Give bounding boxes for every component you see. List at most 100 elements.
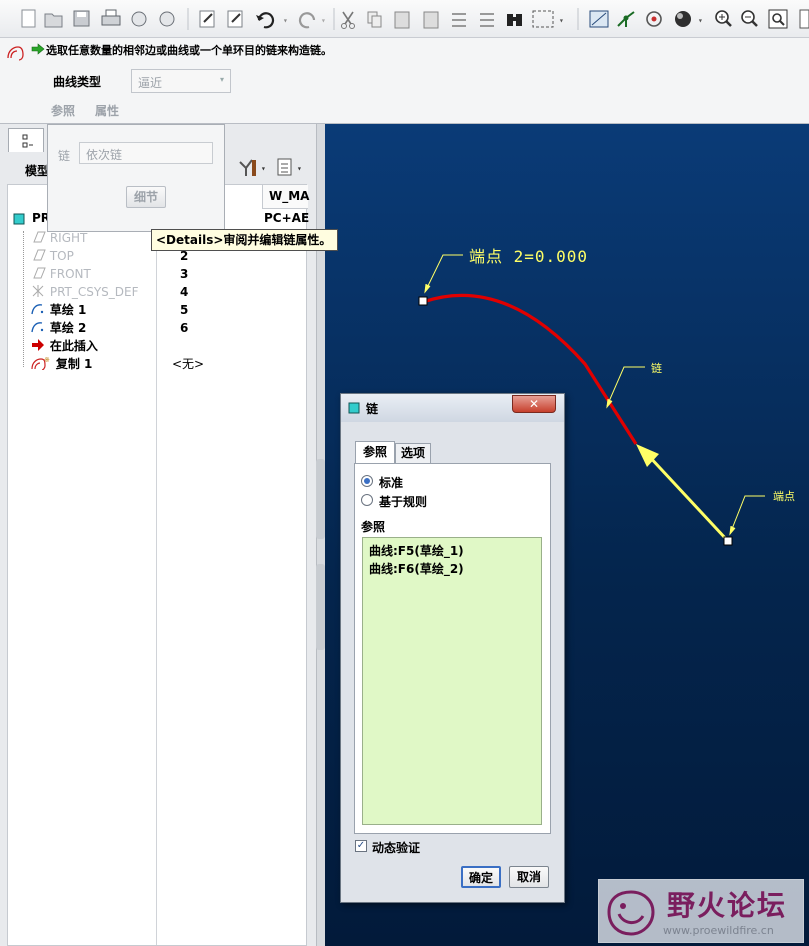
tree-item-sketch-1[interactable]: 草绘 1 — [30, 301, 86, 319]
radio-rule-based-label: 基于规则 — [379, 495, 428, 509]
regenerate-icon[interactable] — [199, 10, 215, 28]
zoom-in-icon[interactable] — [715, 10, 732, 27]
chevron-down-icon: ▾ — [220, 75, 225, 84]
tab-options[interactable]: 选项 — [395, 443, 431, 464]
svg-text:▾: ▾ — [698, 16, 703, 25]
tab-properties[interactable]: 属性 — [95, 102, 119, 119]
regen-manager-icon[interactable] — [227, 10, 243, 28]
column-header-label: W_MA — [269, 189, 310, 203]
curve-type-select[interactable]: 逼近 ▾ — [131, 69, 231, 93]
refit-icon[interactable] — [768, 9, 788, 29]
open-folder-icon[interactable] — [44, 13, 63, 28]
shading-icon[interactable] — [675, 11, 691, 27]
cancel-button[interactable]: 取消 — [509, 866, 549, 888]
tree-item-copy-1[interactable]: ※ 复制 1 — [30, 355, 92, 373]
reference-item[interactable]: 曲线:F5(草绘_1) — [369, 542, 464, 559]
tree-item-value: <无> — [172, 357, 205, 371]
endpoint-end[interactable] — [723, 536, 733, 546]
chain-direction-arrow[interactable] — [636, 444, 729, 542]
relations-icon[interactable] — [452, 13, 466, 27]
main-toolbar: ▾ ▾ ▾ ▾ — [0, 0, 809, 38]
csys-icon — [32, 285, 44, 297]
mail-icon[interactable] — [131, 11, 147, 27]
tree-item-value: 3 — [180, 267, 189, 281]
select-box-icon[interactable] — [532, 10, 554, 28]
chain-dialog: 链 ✕ 参照 选项 标准 基于规则 参照 曲线:F5(草绘_1) 曲线:F6(草… — [340, 393, 565, 903]
tree-item-insert-here[interactable]: 在此插入 — [30, 337, 98, 355]
svg-text:▾: ▾ — [261, 164, 266, 173]
part-icon — [13, 213, 25, 225]
tab-references[interactable]: 参照 — [51, 102, 75, 119]
endpoint-value-label[interactable]: 端点 2=0.000 — [469, 247, 588, 266]
references-tab-body: 标准 基于规则 参照 曲线:F5(草绘_1) 曲线:F6(草绘_2) — [354, 463, 551, 834]
tab-references[interactable]: 参照 — [355, 441, 395, 464]
splitter-grip[interactable] — [316, 459, 325, 539]
column-divider — [156, 185, 157, 945]
paste-icon[interactable] — [394, 11, 410, 29]
dialog-titlebar[interactable]: 链 ✕ — [341, 394, 564, 422]
tree-filters-icon[interactable]: ▾ — [275, 156, 309, 178]
datum-axis-icon[interactable] — [617, 11, 635, 27]
tree-item-top[interactable]: TOP — [30, 247, 74, 265]
forum-watermark: 野火论坛 www.proewildfire.cn — [598, 879, 804, 943]
tree-item-csys[interactable]: PRT_CSYS_DEF — [30, 283, 139, 301]
find-icon[interactable] — [507, 14, 522, 26]
references-label: 参照 — [361, 520, 386, 534]
new-file-icon[interactable] — [21, 9, 36, 28]
chain-collector-placeholder: 依次链 — [86, 148, 123, 162]
watermark-title: 野火论坛 — [667, 889, 788, 922]
chain-label[interactable]: 链 — [651, 361, 662, 375]
tree-guide-line — [23, 231, 24, 367]
redo-icon[interactable] — [298, 12, 316, 29]
column-header[interactable]: W_MA — [262, 185, 310, 209]
cut-icon[interactable] — [341, 11, 355, 29]
dialog-app-icon — [348, 402, 360, 414]
references-popup: 链 依次链 细节 — [47, 124, 225, 232]
settings-icon[interactable] — [646, 11, 662, 27]
copy-icon[interactable] — [367, 11, 382, 28]
close-icon[interactable]: ✕ — [512, 395, 556, 413]
paste-special-icon[interactable] — [423, 11, 439, 29]
radio-rule-based[interactable] — [361, 494, 373, 506]
undo-icon[interactable] — [256, 12, 275, 29]
tab-model-tree-icon-tab[interactable] — [8, 128, 44, 152]
references-list[interactable]: 曲线:F5(草绘_1) 曲线:F6(草绘_2) — [362, 537, 542, 825]
endpoint-label[interactable]: 端点 — [773, 490, 795, 503]
tree-item-value: 4 — [180, 285, 189, 299]
reference-item[interactable]: 曲线:F6(草绘_2) — [369, 560, 464, 577]
feature-dashboard: 选取任意数量的相邻边或曲线或一个单环目的链来构造链。 曲线类型 逼近 ▾ 参照 … — [0, 38, 809, 124]
curve-type-value: 逼近 — [138, 76, 163, 90]
datum-plane-icon — [33, 267, 46, 279]
tree-item-value: 6 — [180, 321, 189, 335]
tree-item-front[interactable]: FRONT — [30, 265, 91, 283]
radio-standard[interactable] — [361, 475, 373, 487]
copy-feature-icon — [7, 46, 24, 61]
dialog-title: 链 — [366, 402, 379, 416]
chain-collector[interactable]: 依次链 — [79, 142, 213, 164]
watermark-logo — [607, 890, 655, 936]
view-icon[interactable] — [589, 10, 609, 28]
zoom-out-icon[interactable] — [741, 10, 758, 27]
tab-model[interactable]: 模型 — [25, 162, 49, 179]
details-tooltip: <Details>审阅并编辑链属性。 — [151, 229, 338, 251]
mail-attach-icon[interactable] — [159, 11, 175, 27]
tree-root-value: PC+AE — [264, 211, 310, 225]
tree-settings-icon[interactable]: ▾ — [236, 156, 270, 178]
svg-text:▾: ▾ — [297, 164, 302, 173]
save-icon[interactable] — [73, 10, 90, 27]
sketch-icon — [31, 322, 44, 333]
dynamic-validation-label: 动态验证 — [372, 841, 421, 855]
ok-button[interactable]: 确定 — [461, 866, 501, 888]
endpoint-start[interactable] — [418, 296, 428, 306]
tree-item-value: 5 — [180, 303, 189, 317]
splitter-grip-2[interactable] — [316, 564, 325, 650]
print-icon[interactable] — [101, 9, 121, 26]
radio-standard-label: 标准 — [379, 476, 404, 490]
details-button[interactable]: 细节 — [126, 186, 166, 208]
tree-item-sketch-2[interactable]: 草绘 2 — [30, 319, 86, 337]
copy-feature-icon: ※ — [31, 356, 50, 371]
relations2-icon[interactable] — [480, 13, 494, 27]
datum-plane-icon — [33, 231, 46, 243]
dynamic-validation-checkbox[interactable]: ✓ — [355, 840, 367, 852]
svg-text:▾: ▾ — [283, 16, 288, 25]
